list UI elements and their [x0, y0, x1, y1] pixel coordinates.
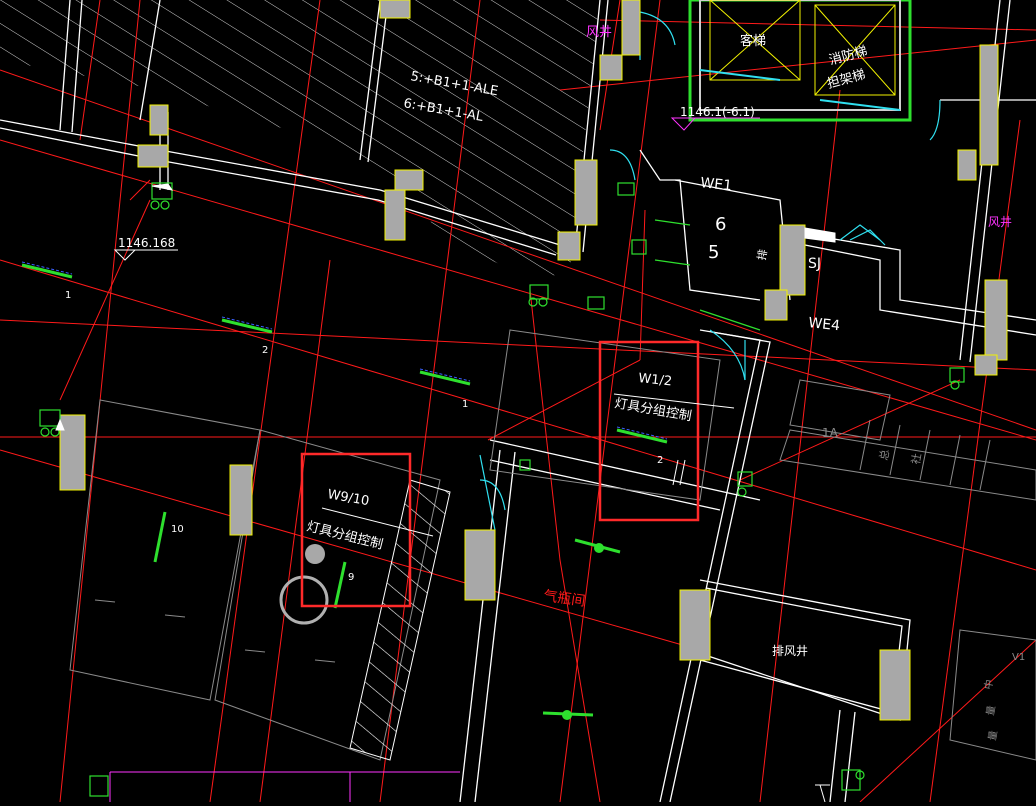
ramp-hatch	[349, 479, 451, 761]
room-1a-label: 1A	[822, 426, 839, 440]
num-5-label: 5	[708, 242, 719, 263]
sj-label: SJ	[808, 256, 821, 272]
light-number-1: 1	[65, 290, 71, 301]
vertical-tag: 排	[754, 248, 770, 261]
room-zong-label: 总	[876, 448, 892, 461]
elevation-left-label: 1146.168	[118, 236, 175, 250]
right-text-4: V1	[1012, 652, 1025, 663]
box2-title: W9/10	[326, 487, 370, 509]
air-shaft-top-label: 风井	[586, 25, 612, 40]
elevation-top-label: 1146.1(-6.1)	[680, 105, 755, 119]
elevator-fire2-label: 担架梯	[826, 67, 868, 92]
light-fixture-dashes	[21, 261, 668, 440]
box1-title: W1/2	[638, 371, 673, 389]
right-text-1: 中	[981, 678, 996, 690]
we4-label: WE4	[808, 315, 841, 334]
junction-dots	[562, 543, 604, 720]
light-number-4: 2	[657, 455, 663, 466]
light-number-2: 2	[262, 345, 268, 356]
box1-text: 灯具分组控制	[613, 396, 692, 424]
we1-label: WE1	[700, 175, 733, 194]
devices	[39, 182, 965, 797]
hatched-zone	[0, 0, 600, 280]
circle-marker	[279, 544, 329, 625]
light-number-10: 10	[171, 524, 184, 535]
light-number-9: 9	[348, 572, 354, 583]
num-6-label: 6	[715, 214, 726, 235]
cad-drawing-canvas[interactable]: 客梯 消防梯 担架梯 风井 风井 5:+B1+1-ALE 6:+B1+1-AL …	[0, 0, 1036, 803]
light-number-3: 1	[462, 399, 468, 410]
right-text-3: 量	[986, 730, 1000, 742]
elevator-shafts	[688, 0, 912, 122]
cad-drawing[interactable]: 客梯 消防梯 担架梯 风井 风井 5:+B1+1-ALE 6:+B1+1-AL …	[0, 0, 1036, 803]
right-text-2: 量	[984, 705, 998, 717]
room-she-label: 社	[908, 452, 924, 465]
exhaust-shaft-label: 排风井	[772, 644, 808, 658]
magenta-lines	[109, 771, 460, 802]
elevator-fire-label: 消防梯	[827, 43, 869, 69]
elevator-passenger-label: 客梯	[740, 33, 766, 49]
air-shaft-right-label: 风井	[988, 215, 1012, 229]
